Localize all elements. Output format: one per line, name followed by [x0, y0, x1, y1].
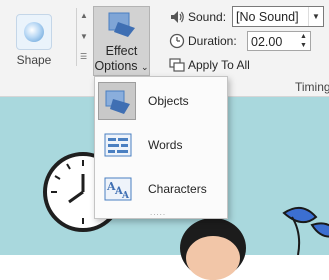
gallery-more-icon[interactable]: ☰	[80, 52, 87, 61]
sound-icon	[171, 11, 184, 23]
menu-item-words[interactable]: Words	[97, 124, 225, 166]
sound-value: [No Sound]	[236, 10, 299, 24]
effect-options-icon	[108, 12, 135, 37]
shape-icon	[16, 14, 52, 50]
effect-options-button[interactable]: Effect Options ⌄	[93, 6, 150, 76]
gallery-up-icon[interactable]: ▲	[80, 11, 88, 20]
gallery-scroll-controls: ▲ ▼ ☰	[76, 8, 91, 66]
menu-item-characters[interactable]: A A A Characters	[97, 168, 225, 210]
timing-group-label: Timing	[295, 80, 329, 94]
apply-to-all-label: Apply To All	[188, 58, 250, 72]
menu-item-objects[interactable]: Objects	[97, 80, 225, 122]
plant-illustration	[282, 206, 329, 255]
chevron-down-icon: ⌄	[141, 62, 149, 72]
duration-label: Duration:	[188, 34, 237, 48]
shape-label: Shape	[16, 53, 52, 67]
sound-label: Sound:	[188, 10, 227, 24]
menu-resize-grip[interactable]: .....	[150, 208, 166, 217]
clock-icon	[169, 33, 185, 49]
sound-dropdown[interactable]: [No Sound] ▼	[232, 6, 324, 27]
effect-options-menu: Objects Words A A A Characters .....	[94, 76, 228, 219]
duration-spinner[interactable]: 02.00 ▲ ▼	[247, 31, 311, 51]
duration-value[interactable]: 02.00	[251, 35, 282, 49]
effect-options-label-line1: Effect	[105, 44, 138, 58]
menu-item-objects-label: Objects	[148, 94, 189, 108]
gallery-down-icon[interactable]: ▼	[80, 32, 88, 41]
apply-to-all-icon	[169, 58, 185, 72]
spin-down-icon[interactable]: ▼	[298, 42, 309, 50]
words-icon	[104, 133, 132, 157]
shape-effect-button[interactable]: Shape	[0, 6, 62, 67]
objects-icon	[105, 90, 130, 114]
menu-item-characters-label: Characters	[148, 182, 207, 196]
sound-dropdown-arrow-icon[interactable]: ▼	[308, 7, 323, 26]
menu-item-words-label: Words	[148, 138, 183, 152]
person-illustration	[180, 218, 246, 280]
svg-text:A: A	[121, 191, 130, 201]
effect-options-label-line2: Options	[94, 59, 138, 73]
spin-up-icon[interactable]: ▲	[298, 33, 309, 41]
characters-icon: A A A	[104, 177, 132, 201]
